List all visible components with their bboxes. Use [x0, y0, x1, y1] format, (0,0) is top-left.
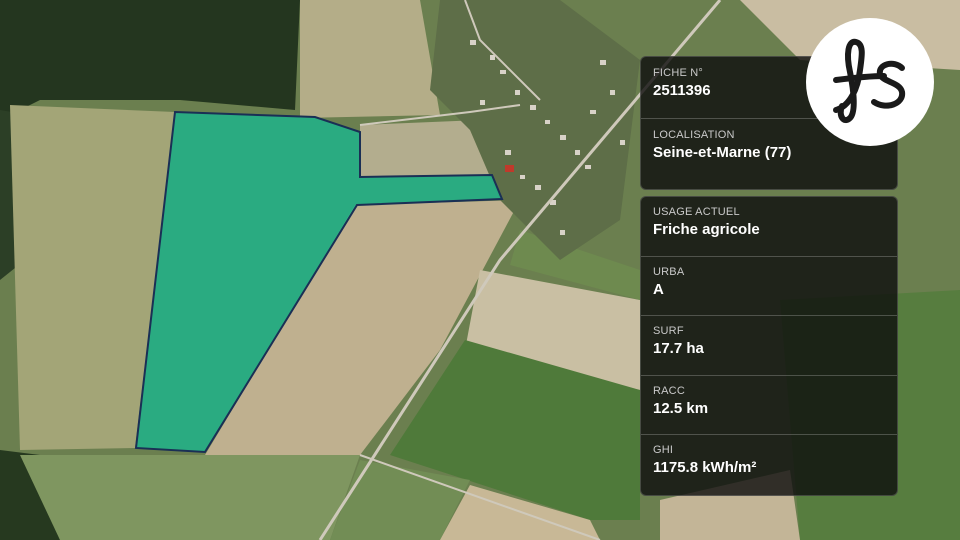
- surf-row: SURF 17.7 ha: [641, 316, 897, 376]
- urba-value: A: [653, 281, 664, 298]
- urba-label: URBA: [653, 266, 685, 278]
- field-top-center: [300, 0, 440, 118]
- usage-label: USAGE ACTUEL: [653, 206, 740, 218]
- usage-value: Friche agricole: [653, 221, 760, 238]
- urba-row: URBA A: [641, 257, 897, 316]
- surf-value: 17.7 ha: [653, 340, 704, 357]
- surf-label: SURF: [653, 325, 684, 337]
- field-bottom: [20, 455, 360, 540]
- ghi-row: GHI 1175.8 kWh/m²: [641, 435, 897, 493]
- fs-logo-icon: [833, 38, 906, 123]
- racc-label: RACC: [653, 385, 685, 397]
- racc-row: RACC 12.5 km: [641, 376, 897, 435]
- usage-row: USAGE ACTUEL Friche agricole: [641, 197, 897, 257]
- fs-monogram-logo: [806, 18, 934, 146]
- racc-value: 12.5 km: [653, 400, 709, 417]
- ghi-label: GHI: [653, 444, 674, 456]
- localisation-value: Seine-et-Marne (77): [653, 144, 792, 161]
- ghi-value: 1175.8 kWh/m²: [653, 459, 757, 476]
- info-card-bottom: USAGE ACTUEL Friche agricole URBA A SURF…: [640, 196, 898, 496]
